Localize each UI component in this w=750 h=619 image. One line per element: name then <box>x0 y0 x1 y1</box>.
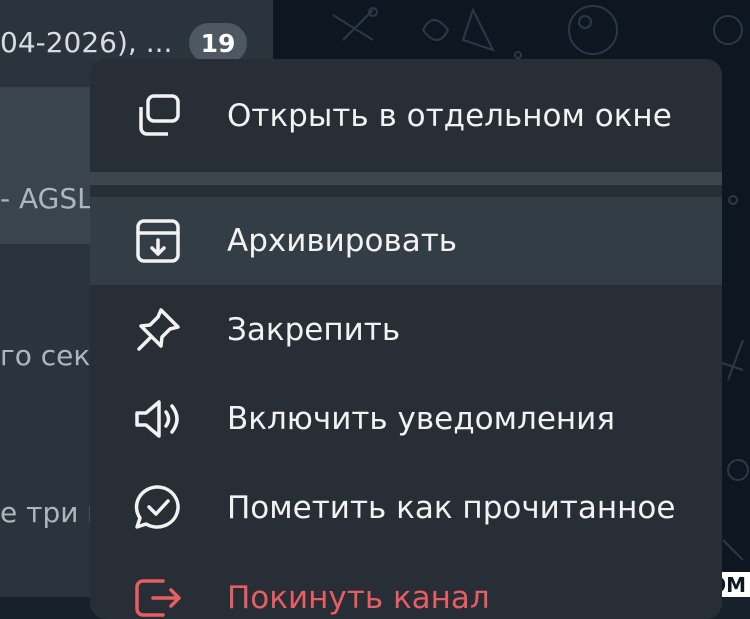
menu-item-archive[interactable]: Архивировать <box>90 197 722 285</box>
leave-icon <box>133 573 183 619</box>
menu-item-mark-read[interactable]: Пометить как прочитанное <box>90 463 722 553</box>
menu-item-label: Открыть в отдельном окне <box>227 98 672 134</box>
pin-icon <box>133 305 183 355</box>
menu-item-label: Архивировать <box>227 223 458 259</box>
chat-check-icon <box>133 483 183 533</box>
menu-item-label: Закрепить <box>227 312 401 348</box>
menu-item-label: Пометить как прочитанное <box>227 490 676 526</box>
menu-item-label: Покинуть канал <box>227 580 490 616</box>
menu-item-open-window[interactable]: Открыть в отдельном окне <box>90 71 722 161</box>
chat-preview: 04-2026), ... <box>0 26 173 59</box>
unread-badge: 19 <box>189 23 247 63</box>
menu-item-label: Включить уведомления <box>227 401 615 437</box>
chat-preview: го сек <box>0 339 91 372</box>
chat-preview: - AGSL <box>0 182 93 215</box>
menu-separator <box>90 172 722 185</box>
menu-item-leave-channel[interactable]: Покинуть канал <box>90 553 722 619</box>
open-window-icon <box>133 91 183 141</box>
context-menu: Открыть в отдельном окне Архивировать За… <box>90 59 722 619</box>
archive-icon <box>133 216 183 266</box>
menu-item-pin[interactable]: Закрепить <box>90 285 722 375</box>
speaker-icon <box>133 394 183 444</box>
menu-item-enable-notifications[interactable]: Включить уведомления <box>90 375 722 463</box>
